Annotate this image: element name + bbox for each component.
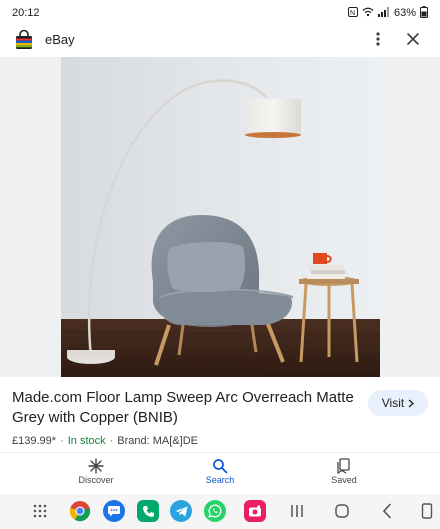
app-title: eBay	[45, 32, 75, 47]
product-info: Made.com Floor Lamp Sweep Arc Overreach …	[0, 380, 440, 450]
whatsapp-icon[interactable]	[204, 500, 226, 522]
status-icons: N 63%	[347, 5, 428, 21]
svg-text:N: N	[350, 10, 355, 17]
camera-icon[interactable]	[244, 500, 266, 522]
app-bar: eBay	[0, 26, 440, 56]
wifi-icon	[362, 7, 374, 20]
home-icon[interactable]	[334, 503, 350, 524]
visit-button[interactable]: Visit	[368, 390, 428, 416]
product-title[interactable]: Made.com Floor Lamp Sweep Arc Overreach …	[12, 388, 360, 428]
messages-icon[interactable]	[103, 500, 125, 522]
tab-saved-label: Saved	[331, 475, 357, 485]
tab-search-label: Search	[205, 475, 235, 485]
product-meta: £139.99* · In stock · Brand: MA[&]DE	[12, 435, 198, 447]
status-time: 20:12	[12, 7, 40, 19]
separator-dot: ·	[109, 435, 114, 447]
saved-icon	[337, 457, 351, 475]
stock-status: In stock	[67, 435, 106, 447]
system-navigation-bar	[0, 494, 440, 529]
nfc-icon: N	[347, 6, 358, 20]
product-image-area	[0, 57, 440, 377]
product-photo[interactable]	[61, 57, 380, 377]
signal-icon	[377, 6, 390, 20]
chrome-icon[interactable]	[69, 500, 91, 522]
chevron-right-icon	[408, 399, 415, 408]
visit-label: Visit	[381, 396, 405, 410]
telegram-icon[interactable]	[170, 500, 192, 522]
tab-saved[interactable]: Saved	[304, 457, 384, 485]
search-icon	[212, 457, 228, 475]
separator-dot: ·	[60, 435, 64, 447]
recents-icon[interactable]	[290, 504, 304, 523]
bottom-navigation: Discover Search Saved	[0, 452, 440, 492]
tab-search[interactable]: Search	[180, 457, 260, 485]
close-icon	[407, 32, 419, 50]
rotate-icon[interactable]	[421, 503, 433, 524]
battery-level: 63%	[393, 7, 416, 19]
back-icon[interactable]	[382, 503, 392, 524]
asterisk-icon	[88, 457, 104, 475]
status-bar: 20:12 N 63%	[0, 0, 440, 26]
product-price: £139.99*	[12, 435, 57, 447]
product-brand: Brand: MA[&]DE	[117, 435, 198, 447]
app-drawer-icon[interactable]	[32, 503, 48, 524]
close-button[interactable]	[402, 29, 424, 53]
more-options-button[interactable]	[368, 29, 388, 53]
more-vertical-icon	[376, 31, 380, 51]
tab-discover[interactable]: Discover	[56, 457, 136, 485]
shopping-bag-icon	[14, 29, 34, 50]
tab-discover-label: Discover	[78, 475, 114, 485]
phone-icon[interactable]	[137, 500, 159, 522]
battery-icon	[420, 5, 428, 21]
